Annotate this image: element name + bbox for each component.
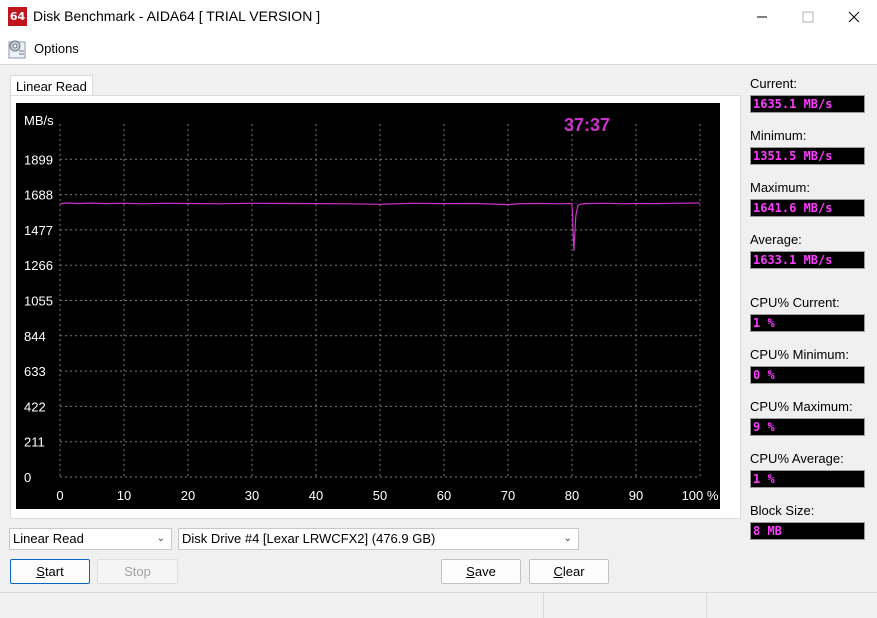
drive-value: Disk Drive #4 [Lexar LRWCFX2] (476.9 GB) — [182, 531, 436, 546]
close-button[interactable] — [831, 0, 877, 33]
x-tick-label: 20 — [181, 488, 195, 503]
drive-select[interactable]: Disk Drive #4 [Lexar LRWCFX2] (476.9 GB)… — [178, 528, 579, 550]
start-button[interactable]: Start — [10, 559, 90, 584]
maximize-button[interactable] — [785, 0, 831, 33]
stat-value: 9 % — [750, 418, 865, 436]
stat-value: 1 % — [750, 314, 865, 332]
stat-value: 1641.6 MB/s — [750, 199, 865, 217]
y-tick-label: 1266 — [24, 258, 53, 273]
title-bar: 64 Disk Benchmark - AIDA64 [ TRIAL VERSI… — [0, 0, 877, 34]
menu-bar: Options — [0, 33, 877, 65]
x-tick-label: 90 — [629, 488, 643, 503]
y-tick-label: 422 — [24, 399, 46, 414]
y-tick-label: 1477 — [24, 223, 53, 238]
stat-label: Block Size: — [750, 503, 815, 518]
status-bar — [0, 592, 877, 618]
x-tick-label: 80 — [565, 488, 579, 503]
chevron-down-icon: ⌄ — [156, 533, 165, 544]
stat-value: 1633.1 MB/s — [750, 251, 865, 269]
test-type-value: Linear Read — [13, 531, 84, 546]
clear-button[interactable]: Clear — [529, 559, 609, 584]
stat-label: CPU% Average: — [750, 451, 844, 466]
y-tick-label: 1899 — [24, 152, 53, 167]
save-button[interactable]: Save — [441, 559, 521, 584]
options-gear-icon — [8, 40, 26, 59]
y-axis-label: MB/s — [24, 113, 54, 128]
stat-label: Minimum: — [750, 128, 807, 143]
y-tick-label: 844 — [24, 329, 46, 344]
minimize-icon — [757, 16, 767, 17]
stat-value: 1 % — [750, 470, 865, 488]
y-tick-label: 1055 — [24, 294, 53, 309]
status-divider — [706, 593, 707, 618]
y-tick-label: 0 — [24, 470, 31, 485]
stat-value: 1351.5 MB/s — [750, 147, 865, 165]
elapsed-timer: 37:37 — [564, 115, 610, 135]
x-tick-label: 0 — [56, 488, 63, 503]
x-tick-label: 30 — [245, 488, 259, 503]
y-tick-label: 1688 — [24, 188, 53, 203]
stat-value: 0 % — [750, 366, 865, 384]
chevron-down-icon: ⌄ — [563, 533, 572, 544]
stop-button[interactable]: Stop — [97, 559, 178, 584]
window-title: Disk Benchmark - AIDA64 [ TRIAL VERSION … — [33, 8, 321, 24]
stat-value: 1635.1 MB/s — [750, 95, 865, 113]
stat-label: Average: — [750, 232, 802, 247]
benchmark-chart: 1899 1688 1477 1266 1055 844 633 422 211 0 0 10 20 30… — [16, 103, 720, 509]
y-tick-label: 633 — [24, 364, 46, 379]
stat-label: CPU% Minimum: — [750, 347, 849, 362]
y-tick-label: 211 — [24, 435, 45, 450]
stat-label: CPU% Current: — [750, 295, 840, 310]
stat-label: Maximum: — [750, 180, 810, 195]
x-tick-label: 100 % — [682, 488, 719, 503]
x-tick-label: 60 — [437, 488, 451, 503]
maximize-icon — [802, 11, 814, 22]
x-tick-label: 40 — [309, 488, 323, 503]
close-icon — [848, 11, 860, 22]
stat-label: CPU% Maximum: — [750, 399, 853, 414]
stat-label: Current: — [750, 76, 797, 91]
x-tick-label: 10 — [117, 488, 131, 503]
x-tick-label: 70 — [501, 488, 515, 503]
stat-value: 8 MB — [750, 522, 865, 540]
test-type-select[interactable]: Linear Read ⌄ — [9, 528, 172, 550]
minimize-button[interactable] — [739, 0, 785, 33]
options-menu[interactable]: Options — [34, 41, 79, 56]
status-divider — [543, 593, 544, 618]
aida64-logo-icon: 64 — [8, 7, 27, 26]
x-tick-label: 50 — [373, 488, 387, 503]
